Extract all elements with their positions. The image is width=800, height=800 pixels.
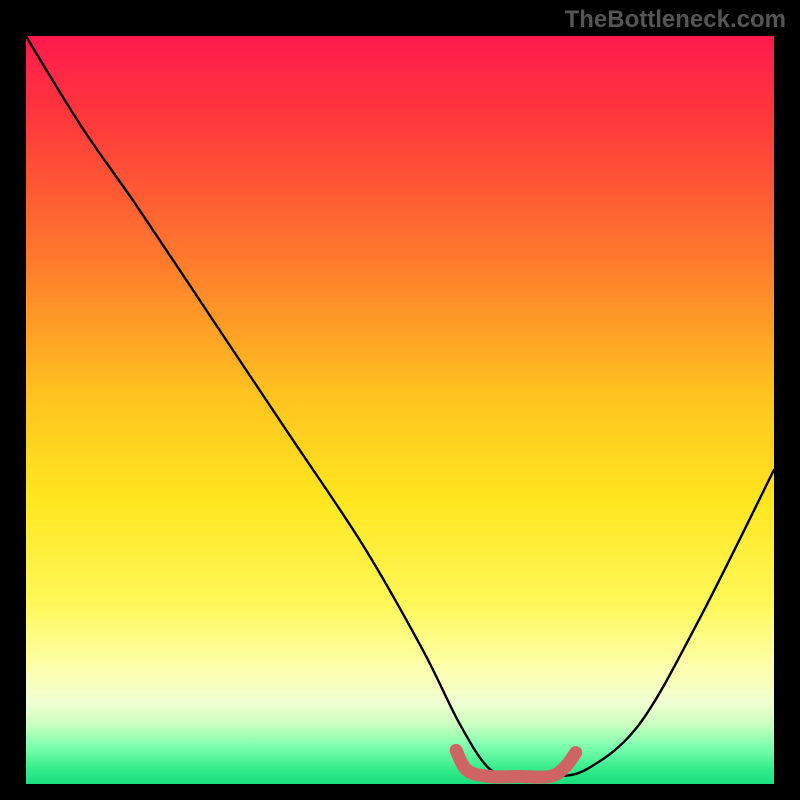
- curve-layer: [26, 36, 774, 784]
- sweet-spot-highlight: [456, 750, 576, 777]
- plot-area: [26, 36, 774, 784]
- watermark-text: TheBottleneck.com: [565, 6, 786, 34]
- chart-container: TheBottleneck.com: [0, 0, 800, 800]
- bottleneck-curve: [26, 36, 774, 777]
